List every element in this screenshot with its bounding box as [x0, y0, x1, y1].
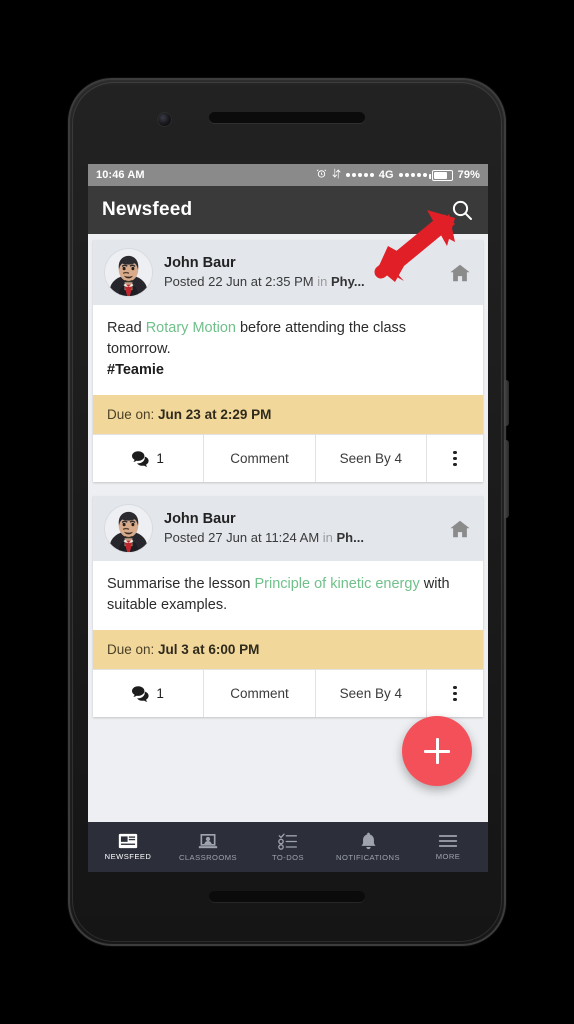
post-header: John Baur Posted 22 Jun at 2:35 PM in Ph…: [93, 240, 483, 305]
post-in-word: in: [319, 530, 337, 546]
todos-icon: [278, 833, 297, 850]
due-label: Due on:: [107, 407, 159, 423]
avatar[interactable]: [105, 505, 152, 553]
bell-icon: [361, 832, 375, 850]
comment-count-button[interactable]: 1: [93, 670, 205, 718]
comment-count-button[interactable]: 1: [93, 435, 205, 483]
alarm-icon: [316, 168, 327, 182]
post-context[interactable]: Ph...: [337, 530, 364, 545]
create-post-fab[interactable]: [402, 716, 472, 786]
front-camera: [158, 113, 171, 126]
bottom-navigation: NEWSFEED CLASSROOMS TO-DOS NOTIFICATIONS…: [88, 822, 488, 872]
post-posted-text: Posted 22 Jun at 2:35 PM: [164, 274, 314, 290]
nav-item-newsfeed[interactable]: NEWSFEED: [88, 822, 168, 872]
kebab-menu-icon: [453, 685, 457, 702]
nav-item-classrooms[interactable]: CLASSROOMS: [168, 822, 248, 872]
post-body: Read Rotary Motion before attending the …: [93, 305, 483, 395]
status-bar: 10:46 AM 4G 79%: [88, 164, 488, 186]
app-bar: Newsfeed: [88, 186, 488, 234]
nav-label-more: MORE: [435, 852, 461, 861]
nav-label-classrooms: CLASSROOMS: [178, 852, 238, 862]
post-context[interactable]: Phy...: [331, 274, 365, 289]
post-body: Summarise the lesson Principle of kineti…: [93, 561, 483, 630]
battery-icon: [429, 169, 453, 181]
comment-count: 1: [156, 451, 164, 467]
bottom-speaker-grille: [209, 891, 365, 902]
battery-percent-label: 79%: [457, 169, 480, 181]
due-value: Jun 23 at 2:29 PM: [158, 407, 272, 423]
post-header: John Baur Posted 27 Jun at 11:24 AM in P…: [93, 496, 483, 562]
nav-label-notifications: NOTIFICATIONS: [336, 853, 400, 862]
post-body-link[interactable]: Rotary Motion: [146, 320, 236, 336]
post-overflow-button[interactable]: [427, 435, 483, 482]
comment-icon: [132, 450, 150, 467]
home-icon[interactable]: [441, 262, 471, 284]
post-card[interactable]: John Baur Posted 22 Jun at 2:35 PM in Ph…: [93, 240, 483, 483]
post-actions: 1 Comment Seen By 4: [93, 669, 483, 718]
power-button[interactable]: [504, 380, 509, 426]
kebab-menu-icon: [453, 450, 457, 467]
comment-button[interactable]: Comment: [204, 435, 316, 483]
comment-button[interactable]: Comment: [204, 670, 316, 718]
post-overflow-button[interactable]: [427, 670, 483, 717]
search-icon[interactable]: [450, 198, 474, 222]
post-author[interactable]: John Baur: [164, 510, 364, 530]
classrooms-icon: [198, 833, 218, 848]
post-meta: John Baur Posted 27 Jun at 11:24 AM in P…: [164, 510, 364, 548]
earpiece-speaker: [209, 112, 365, 123]
nav-label-todos: TO-DOS: [271, 852, 305, 862]
post-actions: 1 Comment Seen By 4: [93, 434, 483, 483]
status-indicators: 4G 79%: [316, 168, 480, 182]
post-timestamp: Posted 22 Jun at 2:35 PM in Phy...: [164, 273, 365, 291]
post-body-link[interactable]: Principle of kinetic energy: [254, 576, 419, 592]
nav-label-newsfeed: NEWSFEED: [104, 852, 152, 861]
post-in-word: in: [313, 274, 331, 290]
comment-icon: [132, 685, 150, 702]
signal-dots: [345, 173, 374, 177]
post-body-prefix: Read: [107, 320, 146, 336]
due-bar: Due on: Jun 23 at 2:29 PM: [93, 395, 483, 435]
nav-item-more[interactable]: MORE: [408, 822, 488, 872]
volume-button[interactable]: [504, 440, 509, 518]
post-card[interactable]: John Baur Posted 27 Jun at 11:24 AM in P…: [93, 496, 483, 718]
post-hashtag[interactable]: #Teamie: [107, 362, 164, 378]
nav-item-notifications[interactable]: NOTIFICATIONS: [328, 822, 408, 872]
post-posted-text: Posted 27 Jun at 11:24 AM: [164, 530, 320, 546]
data-transfer-icon: [332, 168, 341, 182]
post-timestamp: Posted 27 Jun at 11:24 AM in Ph...: [164, 529, 364, 547]
nav-item-todos[interactable]: TO-DOS: [248, 822, 328, 872]
avatar[interactable]: [105, 249, 152, 296]
due-value: Jul 3 at 6:00 PM: [158, 642, 260, 658]
due-bar: Due on: Jul 3 at 6:00 PM: [93, 630, 483, 670]
status-time: 10:46 AM: [96, 169, 145, 181]
home-icon[interactable]: [441, 518, 471, 540]
seen-by-button[interactable]: Seen By 4: [316, 670, 427, 718]
phone-device-frame: 10:46 AM 4G 79% Newsfeed John Baur Poste…: [68, 78, 509, 946]
phone-screen: 10:46 AM 4G 79% Newsfeed John Baur Poste…: [88, 164, 488, 872]
post-body-prefix: Summarise the lesson: [107, 576, 255, 593]
post-author[interactable]: John Baur: [164, 254, 365, 274]
hamburger-icon: [438, 835, 458, 847]
post-meta: John Baur Posted 22 Jun at 2:35 PM in Ph…: [164, 254, 365, 292]
due-label: Due on:: [107, 642, 159, 658]
network-type-label: 4G: [378, 169, 394, 181]
seen-by-button[interactable]: Seen By 4: [316, 435, 427, 483]
comment-count: 1: [156, 686, 164, 702]
page-title: Newsfeed: [102, 199, 193, 220]
newsfeed-icon: [118, 833, 138, 849]
signal-dots-secondary: [398, 173, 427, 177]
